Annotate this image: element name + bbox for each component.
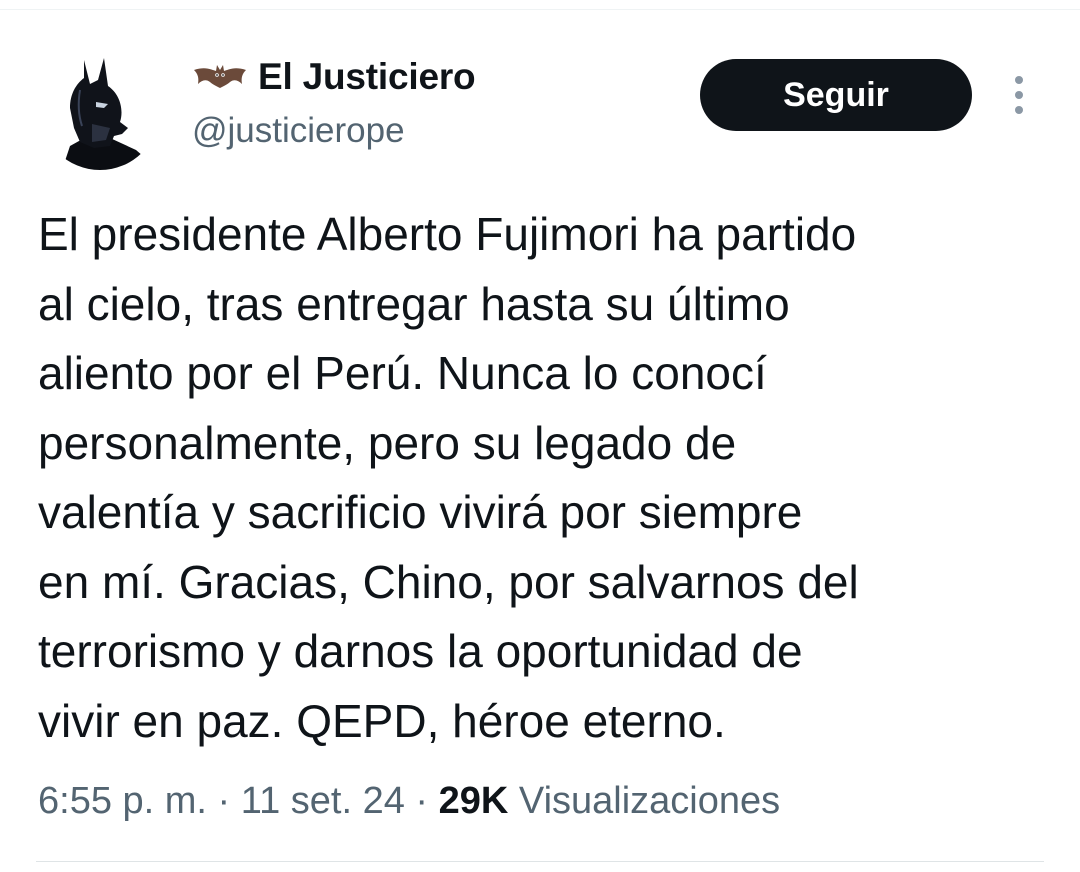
top-divider: [0, 9, 1080, 10]
bat-icon: [192, 62, 248, 92]
tweet-text-line: al cielo, tras entregar hasta su último: [38, 277, 790, 330]
tweet-text-line: valentía y sacrificio vivirá por siempre: [38, 486, 803, 538]
tweet-text-line: en mí. Gracias, Chino, por salvarnos del: [38, 555, 859, 608]
avatar[interactable]: [40, 50, 160, 170]
more-vertical-icon: [1015, 76, 1023, 84]
views-count[interactable]: 29K: [439, 780, 509, 822]
author-handle[interactable]: @justicierope: [192, 110, 405, 152]
tweet-meta: 6:55 p. m. · 11 set. 24 · 29K Visualizac…: [38, 778, 780, 824]
bottom-divider: [36, 861, 1044, 862]
more-vertical-icon-dot: [1015, 106, 1023, 114]
tweet-time[interactable]: 6:55 p. m.: [38, 780, 207, 822]
tweet-text-line: terrorismo y darnos la oportunidad de: [38, 625, 803, 677]
follow-button[interactable]: Seguir: [700, 59, 972, 131]
views-label: Visualizaciones: [518, 780, 781, 822]
tweet-text-line: vivir en paz. QEPD, héroe eterno.: [38, 694, 726, 747]
more-options-button[interactable]: [1004, 72, 1034, 118]
tweet-text-line: aliento por el Perú. Nunca lo conocí: [38, 347, 767, 399]
author-name-row[interactable]: El Justiciero: [192, 56, 476, 98]
tweet-date[interactable]: 11 set. 24: [241, 780, 405, 822]
tweet-text-line: El presidente Alberto Fujimori ha partid…: [38, 208, 857, 260]
more-vertical-icon-dot: [1015, 91, 1023, 99]
meta-separator: ·: [206, 780, 241, 822]
tweet-text-line: personalmente, pero su legado de: [38, 416, 737, 469]
meta-separator: ·: [404, 780, 439, 822]
batman-avatar-icon: [62, 58, 152, 170]
author-display-name[interactable]: El Justiciero: [258, 56, 476, 98]
tweet-text: El presidente Alberto Fujimori ha partid…: [38, 200, 1058, 756]
